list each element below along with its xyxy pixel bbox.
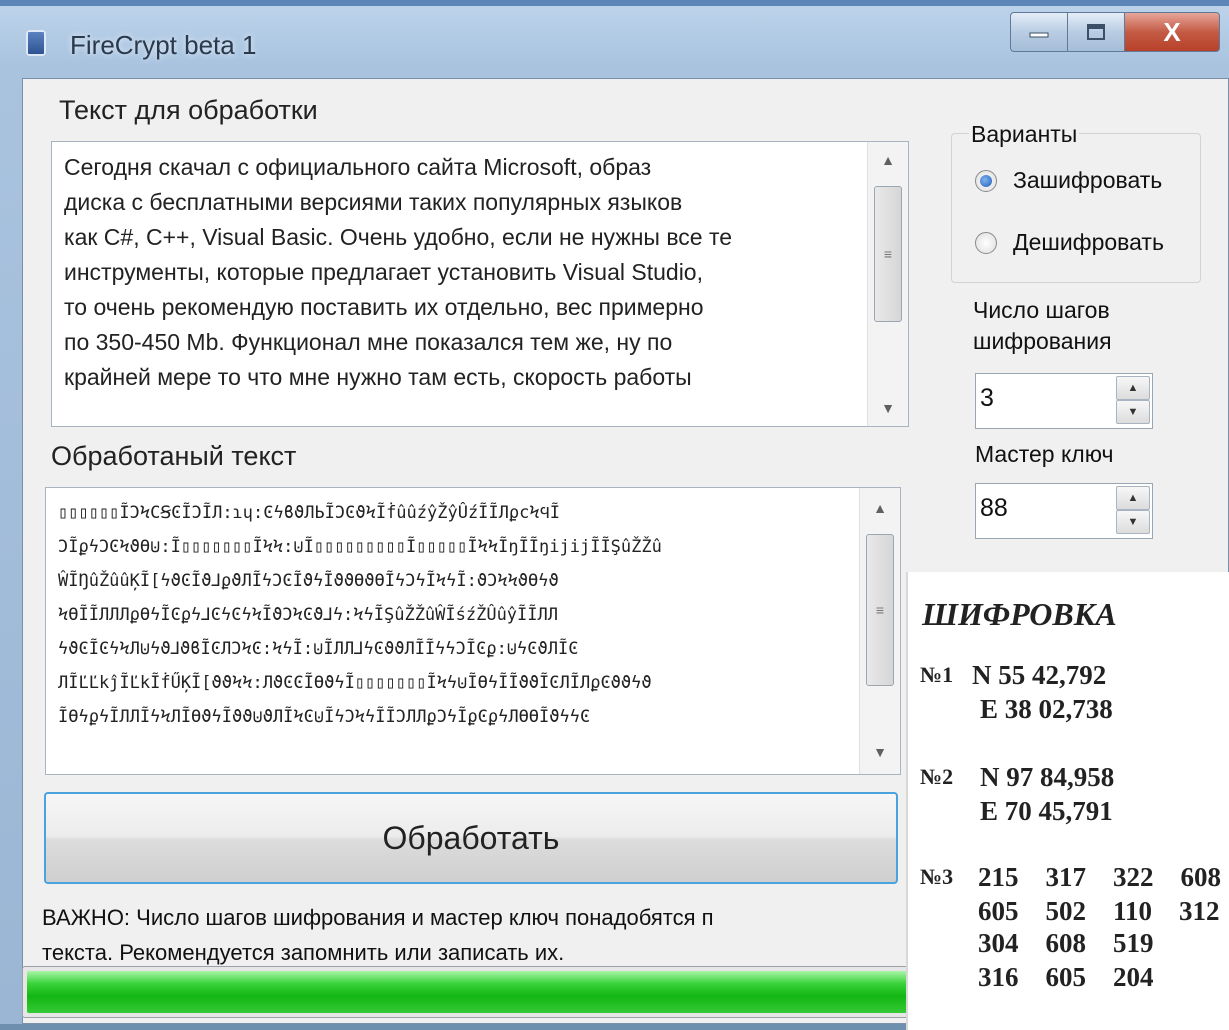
scroll-thumb[interactable]: ≡ bbox=[866, 534, 894, 686]
radio-selected-icon[interactable] bbox=[975, 169, 997, 192]
input-label: Текст для обработки bbox=[59, 95, 318, 125]
options-group-label: Варианты bbox=[969, 119, 1080, 150]
n3-row1: 215 317 322 608 bbox=[978, 862, 1221, 892]
maximize-button[interactable] bbox=[1067, 12, 1125, 52]
decrypt-radio[interactable]: Дешифровать bbox=[975, 229, 1164, 256]
window-title: FireCrypt beta 1 bbox=[70, 30, 257, 60]
scroll-up-arrow-icon[interactable]: ▲ bbox=[860, 494, 900, 522]
scroll-down-arrow-icon[interactable]: ▼ bbox=[860, 738, 900, 766]
n2-line2: E 70 45,791 bbox=[980, 796, 1113, 826]
cipher-heading: ШИФРОВКА bbox=[922, 596, 1117, 632]
key-numeric-input[interactable]: 88 ▲ ▼ bbox=[975, 483, 1153, 539]
process-button[interactable]: Обработать bbox=[44, 792, 898, 884]
n1-line2: E 38 02,738 bbox=[980, 694, 1113, 724]
minimize-button[interactable] bbox=[1010, 12, 1068, 52]
n3-row2: 605 502 110 312 bbox=[978, 896, 1220, 926]
input-textbox[interactable]: Сегодня скачал с официального сайта Micr… bbox=[51, 141, 909, 427]
close-button[interactable]: X bbox=[1124, 12, 1220, 52]
n1-label: №1 bbox=[920, 662, 954, 687]
options-groupbox bbox=[951, 133, 1201, 283]
encrypt-radio[interactable]: Зашифровать bbox=[975, 167, 1162, 194]
output-textbox[interactable]: ▯▯▯▯▯▯ĨϽϞϹꞨϾĨϽĨЛ:ɿɥ:ϾϟϐϑЛЬĨϽϾϑϞĨḟûûźŷŽŷÛ… bbox=[45, 487, 901, 775]
maximize-icon bbox=[1087, 24, 1105, 40]
minimize-icon bbox=[1029, 32, 1049, 38]
app-icon bbox=[26, 30, 46, 56]
key-label: Мастер ключ bbox=[975, 441, 1114, 467]
cipher-note-overlay: ШИФРОВКА №1 N 55 42,792 E 38 02,738 №2 N… bbox=[906, 572, 1229, 1030]
output-label: Обработаный текст bbox=[51, 441, 297, 471]
scroll-up-arrow-icon[interactable]: ▲ bbox=[868, 146, 908, 174]
title-bar[interactable]: FireCrypt beta 1 X bbox=[0, 6, 1229, 78]
encrypt-radio-label[interactable]: Зашифровать bbox=[1013, 167, 1162, 194]
steps-spinner[interactable]: ▲ ▼ bbox=[1116, 376, 1150, 426]
n1-line1: N 55 42,792 bbox=[972, 660, 1107, 690]
app-window: FireCrypt beta 1 X Текст для обработки С… bbox=[0, 0, 1229, 1030]
n2-line1: N 97 84,958 bbox=[980, 762, 1115, 792]
important-note: ВАЖНО: Число шагов шифрования и мастер к… bbox=[42, 900, 898, 970]
close-icon: X bbox=[1163, 16, 1181, 47]
scroll-thumb[interactable]: ≡ bbox=[874, 186, 902, 322]
n3-row3: 304 608 519 bbox=[978, 928, 1154, 958]
radio-unselected-icon[interactable] bbox=[975, 231, 997, 254]
spin-down-icon[interactable]: ▼ bbox=[1116, 510, 1150, 534]
spin-up-icon[interactable]: ▲ bbox=[1116, 376, 1150, 400]
spin-down-icon[interactable]: ▼ bbox=[1116, 400, 1150, 424]
n2-label: №2 bbox=[920, 764, 954, 789]
spin-up-icon[interactable]: ▲ bbox=[1116, 486, 1150, 510]
steps-value[interactable]: 3 bbox=[980, 384, 994, 413]
n3-row4: 316 605 204 bbox=[978, 962, 1154, 992]
note-text: ВАЖНО: Число шагов шифрования и мастер к… bbox=[42, 905, 714, 965]
input-scrollbar[interactable]: ▲ ≡ ▼ bbox=[867, 142, 908, 426]
output-text[interactable]: ▯▯▯▯▯▯ĨϽϞϹꞨϾĨϽĨЛ:ɿɥ:ϾϟϐϑЛЬĨϽϾϑϞĨḟûûźŷŽŷÛ… bbox=[58, 496, 850, 768]
progress-fill bbox=[27, 971, 907, 1013]
output-scrollbar[interactable]: ▲ ≡ ▼ bbox=[859, 488, 900, 774]
key-spinner[interactable]: ▲ ▼ bbox=[1116, 486, 1150, 536]
steps-label: Число шагов шифрования bbox=[973, 297, 1112, 354]
scroll-down-arrow-icon[interactable]: ▼ bbox=[868, 394, 908, 422]
steps-numeric-input[interactable]: 3 ▲ ▼ bbox=[975, 373, 1153, 429]
key-value[interactable]: 88 bbox=[980, 494, 1008, 523]
progress-bar bbox=[22, 966, 912, 1018]
input-text[interactable]: Сегодня скачал с официального сайта Micr… bbox=[64, 150, 858, 420]
n3-label: №3 bbox=[920, 864, 954, 889]
decrypt-radio-label[interactable]: Дешифровать bbox=[1013, 229, 1164, 256]
